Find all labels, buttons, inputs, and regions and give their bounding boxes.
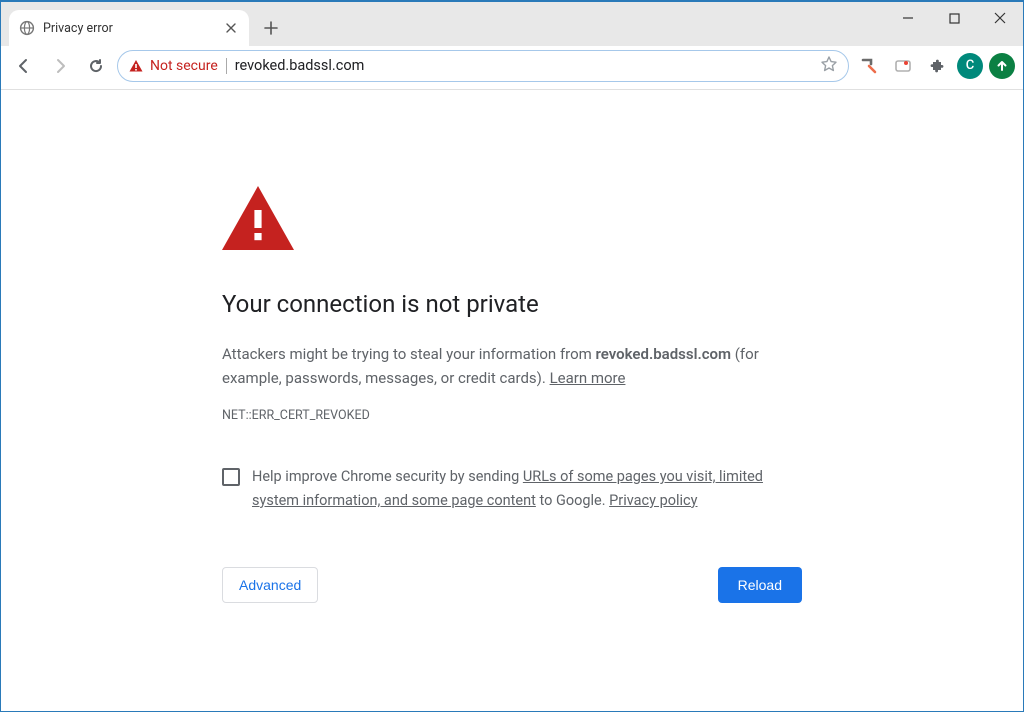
back-button[interactable] xyxy=(9,51,39,81)
advanced-button[interactable]: Advanced xyxy=(222,567,318,603)
page-content: Your connection is not private Attackers… xyxy=(1,90,1023,603)
opt-in-row: Help improve Chrome security by sending … xyxy=(222,465,802,513)
extensions-puzzle-icon[interactable] xyxy=(923,52,951,80)
profile-avatar[interactable]: C xyxy=(957,53,983,79)
privacy-policy-link[interactable]: Privacy policy xyxy=(609,492,697,509)
new-tab-button[interactable] xyxy=(257,14,285,42)
avatar-letter: C xyxy=(966,58,975,73)
address-bar[interactable]: Not secure revoked.badssl.com xyxy=(117,50,849,82)
minimize-button[interactable] xyxy=(885,2,931,34)
close-window-button[interactable] xyxy=(977,2,1023,34)
update-badge-icon[interactable] xyxy=(989,53,1015,79)
tab-title: Privacy error xyxy=(43,21,215,36)
warning-triangle-icon xyxy=(128,58,144,74)
titlebar: Privacy error xyxy=(1,2,1023,46)
reload-button-toolbar[interactable] xyxy=(81,51,111,81)
forward-button[interactable] xyxy=(45,51,75,81)
maximize-button[interactable] xyxy=(931,2,977,34)
learn-more-link[interactable]: Learn more xyxy=(550,369,626,387)
opt-in-checkbox[interactable] xyxy=(222,468,240,486)
bookmark-star-icon[interactable] xyxy=(820,55,838,77)
danger-triangle-icon xyxy=(222,186,802,254)
url-text: revoked.badssl.com xyxy=(235,57,365,74)
browser-tab[interactable]: Privacy error xyxy=(9,10,249,46)
opt-in-text: Help improve Chrome security by sending … xyxy=(252,465,802,513)
page-heading: Your connection is not private xyxy=(222,290,802,318)
error-code: NET::ERR_CERT_REVOKED xyxy=(222,408,802,423)
omnibox-divider xyxy=(226,58,227,74)
hostname: revoked.badssl.com xyxy=(596,345,732,363)
globe-icon xyxy=(19,20,35,36)
security-indicator[interactable]: Not secure xyxy=(128,58,218,74)
action-row: Advanced Reload xyxy=(222,567,802,603)
close-tab-icon[interactable] xyxy=(223,20,239,36)
extension-icon-1[interactable] xyxy=(855,52,883,80)
reload-button[interactable]: Reload xyxy=(718,567,802,603)
ssl-interstitial: Your connection is not private Attackers… xyxy=(222,186,802,603)
window-controls xyxy=(885,2,1023,38)
security-label: Not secure xyxy=(150,58,218,74)
explanation-text: Attackers might be trying to steal your … xyxy=(222,342,802,390)
extension-icon-2[interactable] xyxy=(889,52,917,80)
toolbar: Not secure revoked.badssl.com C xyxy=(1,46,1023,90)
